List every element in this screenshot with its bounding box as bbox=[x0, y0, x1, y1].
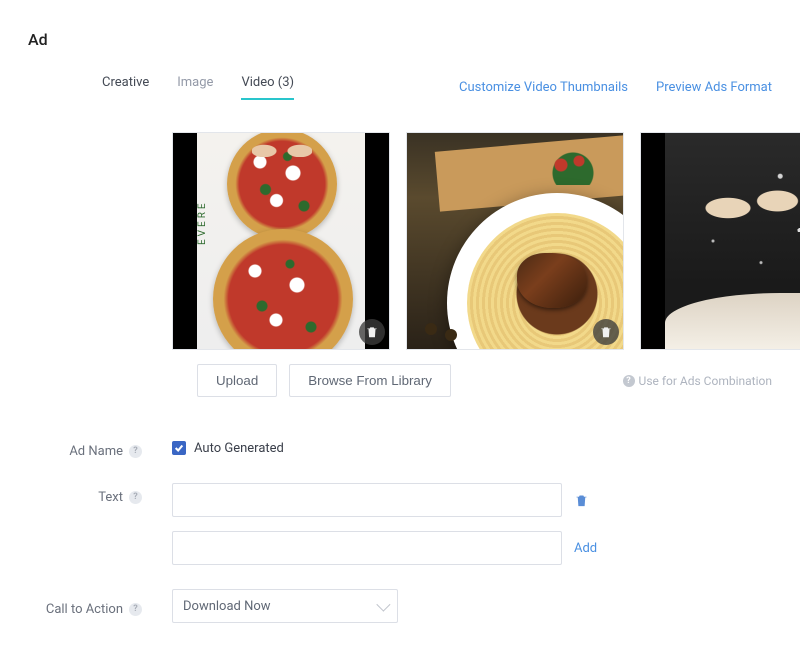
customize-thumbnails-link[interactable]: Customize Video Thumbnails bbox=[459, 80, 628, 95]
video-thumb-3-image bbox=[665, 133, 800, 349]
add-text-button[interactable]: Add bbox=[574, 541, 597, 556]
auto-generated-label: Auto Generated bbox=[194, 441, 284, 456]
label-text: Text ? bbox=[0, 483, 150, 505]
help-icon: ? bbox=[129, 491, 142, 504]
form: Ad Name ? Auto Generated Text ? bbox=[0, 437, 800, 623]
delete-video-1-button[interactable] bbox=[359, 319, 385, 345]
trash-icon bbox=[365, 325, 379, 339]
tab-video[interactable]: Video (3) bbox=[241, 75, 294, 100]
chevron-down-icon bbox=[376, 598, 390, 612]
label-text-text: Text bbox=[98, 490, 123, 505]
auto-generated-checkbox[interactable]: Auto Generated bbox=[172, 441, 772, 456]
browse-library-button[interactable]: Browse From Library bbox=[289, 364, 451, 397]
label-cta: Call to Action ? bbox=[0, 595, 150, 617]
text-input-2[interactable] bbox=[172, 531, 562, 565]
video-thumb-3[interactable] bbox=[640, 132, 800, 350]
ads-combination-hint-text: Use for Ads Combination bbox=[639, 374, 772, 388]
help-icon: ? bbox=[129, 445, 142, 458]
ads-combination-hint: ? Use for Ads Combination bbox=[623, 374, 772, 388]
video-thumb-2[interactable] bbox=[406, 132, 624, 350]
tabs-links: Customize Video Thumbnails Preview Ads F… bbox=[459, 80, 772, 95]
delete-video-2-button[interactable] bbox=[593, 319, 619, 345]
help-icon: ? bbox=[623, 375, 635, 387]
help-icon: ? bbox=[129, 603, 142, 616]
video-thumb-1-image: EVERE bbox=[197, 133, 365, 349]
video-thumb-1[interactable]: EVERE bbox=[172, 132, 390, 350]
row-cta: Call to Action ? Download Now bbox=[0, 589, 772, 623]
row-ad-name: Ad Name ? Auto Generated bbox=[0, 437, 772, 459]
cta-select-value: Download Now bbox=[183, 599, 271, 614]
delete-text-1-button[interactable] bbox=[574, 493, 589, 508]
thumbs-actions: Upload Browse From Library ? Use for Ads… bbox=[0, 364, 800, 397]
text-input-row-2: Add bbox=[172, 531, 772, 565]
label-ad-name-text: Ad Name bbox=[69, 444, 123, 459]
row-text: Text ? Add bbox=[0, 483, 772, 565]
video-thumb-2-image bbox=[407, 133, 623, 349]
video-thumb-1-brand: EVERE bbox=[197, 173, 217, 273]
section-title: Ad bbox=[0, 30, 800, 49]
label-ad-name: Ad Name ? bbox=[0, 437, 150, 459]
text-input-row-1 bbox=[172, 483, 772, 517]
tab-image[interactable]: Image bbox=[177, 75, 213, 100]
preview-ads-link[interactable]: Preview Ads Format bbox=[656, 80, 772, 95]
thumbs-row: EVERE bbox=[0, 132, 800, 350]
tabs: Creative Image Video (3) bbox=[102, 75, 294, 100]
tabs-row: Creative Image Video (3) Customize Video… bbox=[0, 75, 800, 100]
checkbox-checked-icon bbox=[172, 441, 186, 455]
label-cta-text: Call to Action bbox=[46, 602, 123, 617]
trash-icon bbox=[599, 325, 613, 339]
tab-creative[interactable]: Creative bbox=[102, 75, 149, 100]
text-input-1[interactable] bbox=[172, 483, 562, 517]
upload-button[interactable]: Upload bbox=[197, 364, 277, 397]
cta-select[interactable]: Download Now bbox=[172, 589, 398, 623]
